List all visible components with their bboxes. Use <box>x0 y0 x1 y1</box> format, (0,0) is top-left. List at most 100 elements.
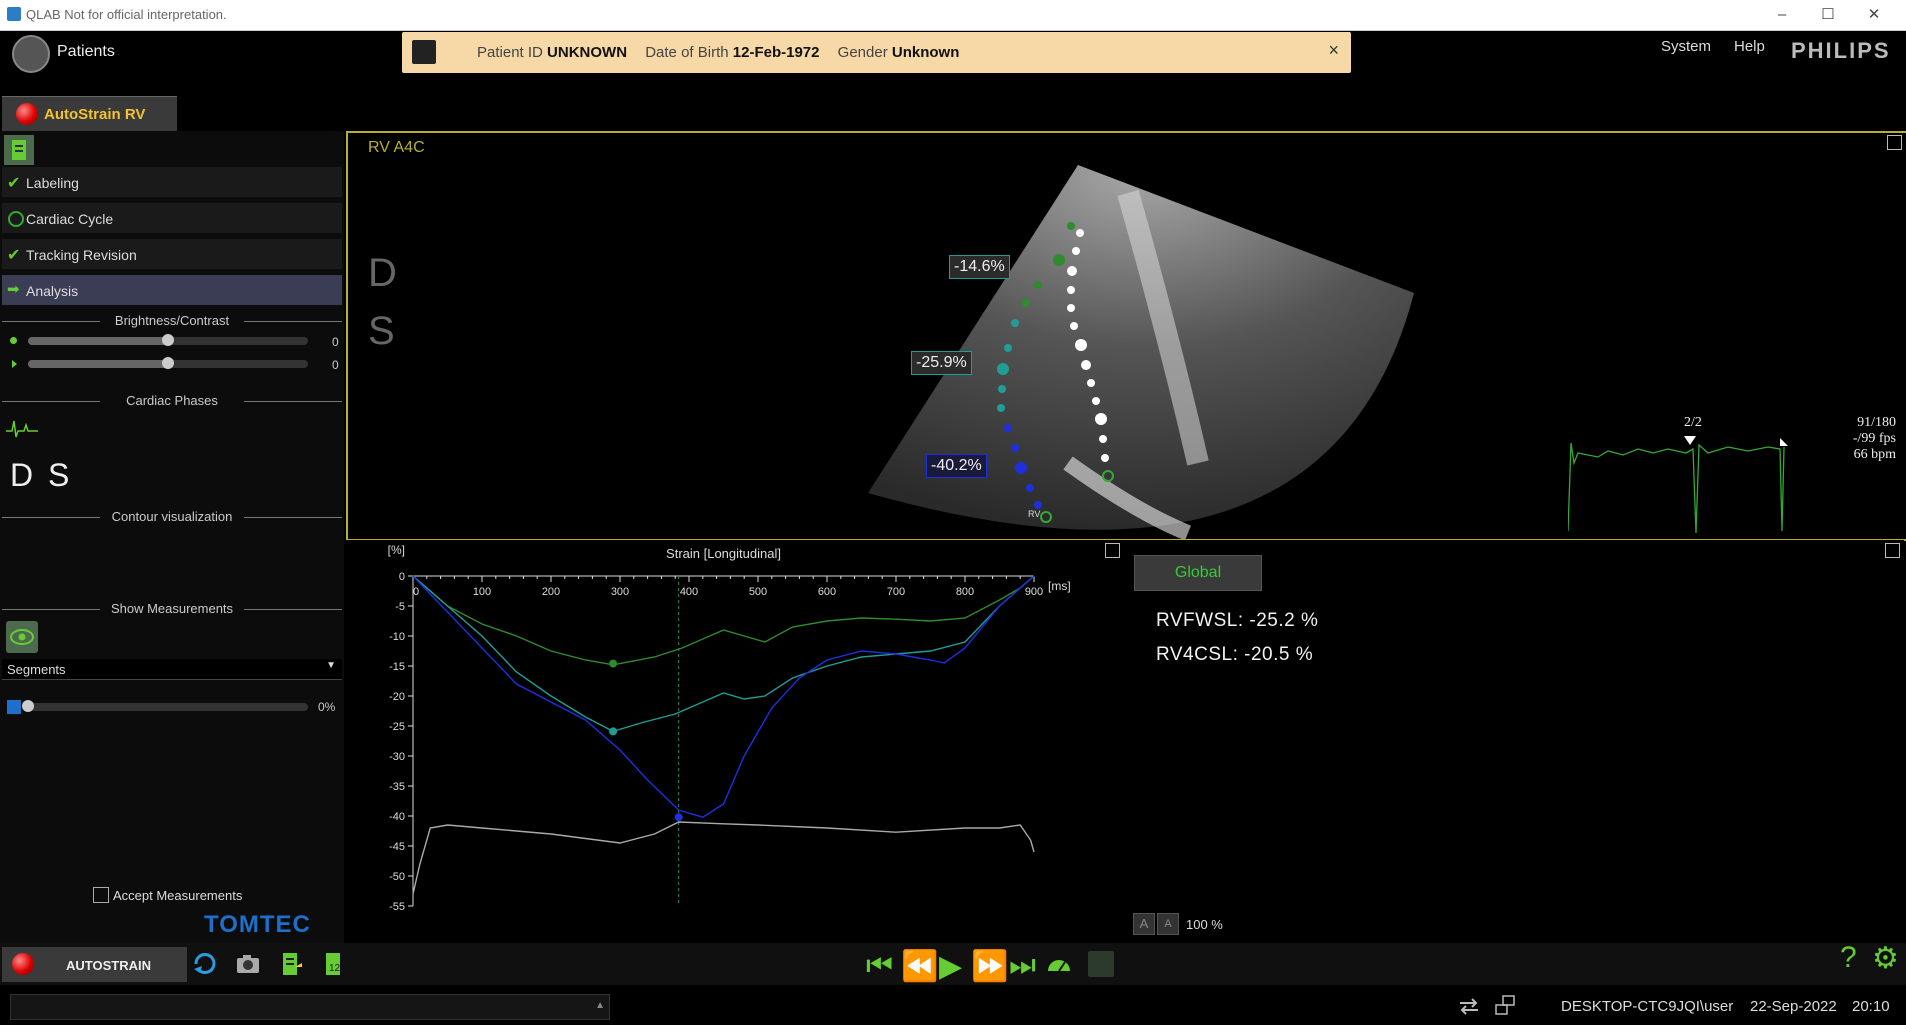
color-layer-icon <box>7 700 21 714</box>
close-banner-icon[interactable]: × <box>1328 40 1339 61</box>
step-tracking-revision[interactable]: ✔ Tracking Revision <box>2 239 342 269</box>
opacity-knob[interactable] <box>22 700 34 712</box>
x-tick-label: 900 <box>1025 586 1043 598</box>
status-date: 22-Sep-2022 <box>1750 998 1837 1015</box>
y-tick-label: -55 <box>389 901 405 913</box>
echo-view[interactable]: RV A4C D S -14.6% -25.9% -40.2% RV 2/2 9… <box>346 131 1906 541</box>
autostrain-icon <box>12 953 34 975</box>
x-tick-label: 700 <box>887 586 905 598</box>
patients-label[interactable]: Patients <box>57 43 115 61</box>
last-frame-icon[interactable]: ⏭ <box>1009 949 1036 983</box>
dob-label: Date of Birth <box>645 44 729 61</box>
step-labeling[interactable]: ✔ Labeling <box>2 167 342 197</box>
chart-title: Strain [Longitudinal] <box>666 546 781 561</box>
accept-measurements-checkbox[interactable] <box>93 887 109 903</box>
first-frame-icon[interactable]: ⏮ <box>866 949 893 983</box>
ecg-info: 91/180 -/99 fps 66 bpm <box>1816 415 1896 463</box>
x-tick-label: 600 <box>818 586 836 598</box>
report-export-icon[interactable] <box>278 951 304 977</box>
rv4csl-result: RV4CSL: -20.5 % <box>1156 644 1314 665</box>
network-icon[interactable] <box>1494 994 1516 1016</box>
strain-label-mid[interactable]: -25.9% <box>911 351 972 375</box>
camera-icon[interactable] <box>235 951 261 977</box>
autostrain-label: AUTOSTRAIN <box>66 958 151 973</box>
bottom-toolbar: AUTOSTRAIN 12 ⏮ ⏪ ▶ ⏩ ⏭ ? ⚙ <box>0 941 1906 985</box>
series-point-0 <box>609 659 618 668</box>
maximize-button[interactable]: ☐ <box>1808 4 1848 26</box>
font-larger-button[interactable]: A <box>1157 913 1179 935</box>
eye-icon[interactable] <box>6 621 38 653</box>
help-icon[interactable]: ? <box>1840 941 1857 975</box>
patients-avatar-icon[interactable] <box>12 35 50 73</box>
chevron-up-icon: ▲ <box>595 1000 605 1011</box>
tab-autostrain-rv[interactable]: AutoStrain RV <box>2 96 177 131</box>
opacity-slider[interactable] <box>22 700 308 712</box>
report-icon[interactable] <box>4 135 34 165</box>
phase-s-label[interactable]: S <box>48 457 69 494</box>
contrast-icon <box>12 360 17 368</box>
rvfwsl-result: RVFWSL: -25.2 % <box>1156 610 1319 631</box>
gear-icon[interactable]: ⚙ <box>1872 941 1899 976</box>
end-marker-icon[interactable] <box>1780 438 1788 446</box>
font-smaller-button[interactable]: A <box>1133 913 1155 935</box>
speed-gauge-icon[interactable] <box>1046 951 1072 977</box>
export-data-icon[interactable]: 12 <box>321 951 347 977</box>
host-user: DESKTOP-CTC9JQI\user <box>1561 998 1734 1015</box>
window-title: QLAB Not for official interpretation. <box>26 7 227 22</box>
transfer-icon[interactable] <box>1458 996 1480 1016</box>
play-icon[interactable]: ▶ <box>939 949 962 984</box>
frame-marker-icon[interactable] <box>1684 436 1696 445</box>
phase-d-label[interactable]: D <box>10 457 33 494</box>
arrow-right-icon: ➡ <box>7 281 20 298</box>
menu-system[interactable]: System <box>1661 38 1711 55</box>
y-tick-label: -35 <box>389 781 405 793</box>
strain-label-basal[interactable]: -14.6% <box>949 255 1010 279</box>
series-line-1 <box>412 575 1035 733</box>
step-label: Cardiac Cycle <box>26 211 114 227</box>
step-cardiac-cycle[interactable]: Cardiac Cycle <box>2 203 342 233</box>
maximize-chart-icon[interactable] <box>1105 543 1120 558</box>
close-window-button[interactable]: ✕ <box>1854 4 1894 26</box>
ecg-phase-icon <box>6 420 38 438</box>
command-input[interactable]: ▲ <box>10 994 610 1020</box>
show-measurements-heading: Show Measurements <box>0 601 344 617</box>
autostrain-icon <box>16 103 38 125</box>
opacity-value: 0% <box>318 700 336 714</box>
strain-chart-view: 0 -5 -10 -15 -20 -25 -30 -35 -40 -45 -50 -55 100 200 3… <box>346 540 1904 943</box>
previous-frame-icon[interactable]: ⏪ <box>901 949 938 984</box>
series-line-0 <box>412 575 1035 666</box>
contrast-slider[interactable] <box>28 357 308 369</box>
cardiac-phases-heading: Cardiac Phases <box>0 393 344 409</box>
global-button[interactable]: Global <box>1134 555 1262 591</box>
step-analysis[interactable]: ➡ Analysis <box>2 275 342 305</box>
pending-circle-icon <box>8 211 24 227</box>
strain-label-apical[interactable]: -40.2% <box>926 454 987 478</box>
title-bar: QLAB Not for official interpretation. – … <box>0 0 1906 31</box>
series-point-1 <box>609 727 618 736</box>
strain-chart[interactable]: 0 -5 -10 -15 -20 -25 -30 -35 -40 -45 -50 -55 100 200 3… <box>346 540 1106 940</box>
series-line-3 <box>412 821 1035 895</box>
x-tick-label: 100 <box>473 586 491 598</box>
brightness-slider[interactable] <box>28 334 308 346</box>
series-line-2 <box>412 575 1035 818</box>
y-tick-label: 0 <box>399 571 405 583</box>
x-axis-label: [ms] <box>1048 579 1071 593</box>
y-tick-label: -45 <box>389 841 405 853</box>
maximize-results-icon[interactable] <box>1885 543 1900 558</box>
menu-help[interactable]: Help <box>1734 38 1765 55</box>
contrast-knob[interactable] <box>162 357 174 369</box>
x-tick-label: 300 <box>611 586 629 598</box>
step-label: Tracking Revision <box>26 247 137 263</box>
brightness-knob[interactable] <box>162 334 174 346</box>
next-frame-icon[interactable]: ⏩ <box>971 949 1008 984</box>
loop-mode-icon[interactable] <box>1088 951 1114 977</box>
minimize-button[interactable]: – <box>1762 4 1802 26</box>
status-time: 20:10 <box>1852 998 1890 1015</box>
contour-select[interactable]: Segments ▼ <box>2 659 342 680</box>
autostrain-button[interactable]: AUTOSTRAIN <box>2 947 187 982</box>
contour-visualization-heading: Contour visualization <box>0 509 344 525</box>
refresh-icon[interactable] <box>192 951 218 977</box>
svg-text:12: 12 <box>329 963 341 974</box>
gender-value: Unknown <box>891 44 960 61</box>
series-point-2 <box>674 813 683 822</box>
